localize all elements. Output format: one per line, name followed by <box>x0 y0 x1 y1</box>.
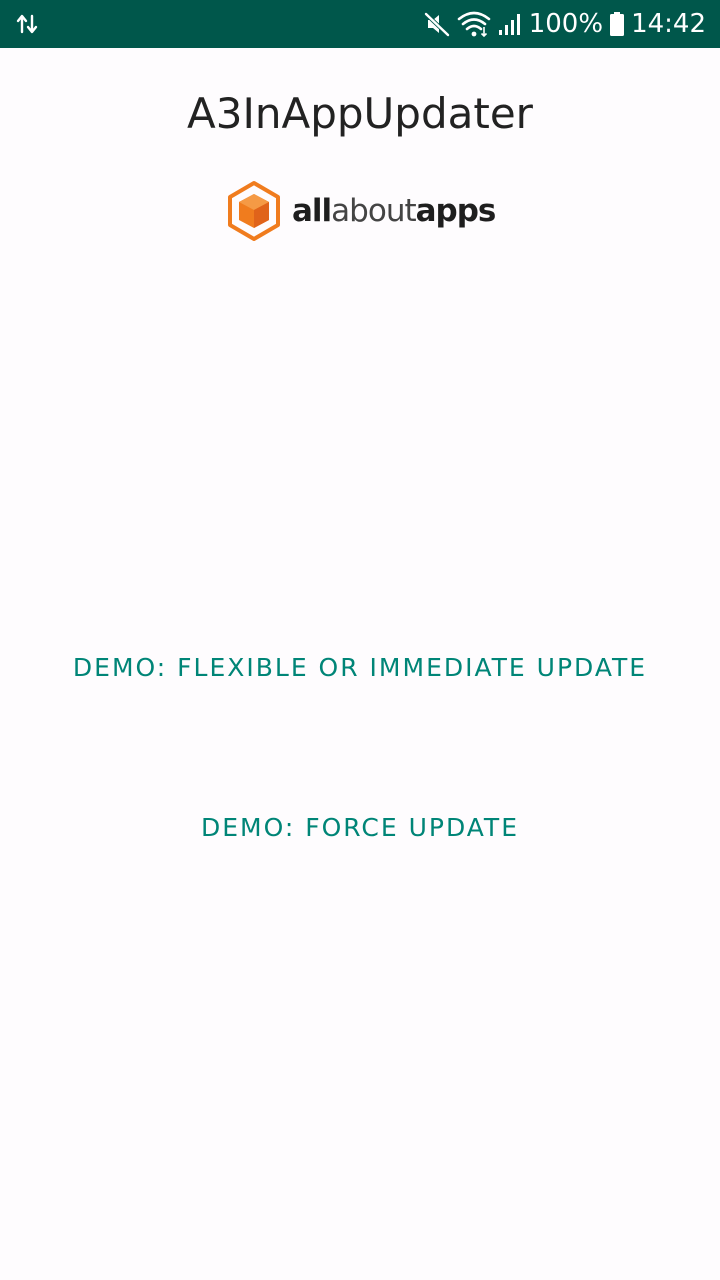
logo-text-apps: apps <box>415 193 497 229</box>
battery-percent: 100% <box>528 9 604 39</box>
allaboutapps-logo: allaboutapps <box>226 180 497 242</box>
force-update-demo-button[interactable]: DEMO: FORCE UPDATE <box>0 808 720 848</box>
status-bar: 100% 14:42 <box>0 0 720 48</box>
signal-icon <box>497 10 523 38</box>
hexagon-cube-icon <box>226 180 282 242</box>
logo-text-about: about <box>331 193 416 229</box>
mute-icon <box>423 10 451 38</box>
status-icons: 100% 14:42 <box>423 0 706 48</box>
flexible-update-demo-button[interactable]: DEMO: FLEXIBLE OR IMMEDIATE UPDATE <box>0 648 720 688</box>
data-transfer-icon <box>14 10 42 38</box>
battery-icon <box>609 10 625 38</box>
app-title: A3InAppUpdater <box>187 89 533 138</box>
logo-wordmark: allaboutapps <box>292 193 497 229</box>
clock: 14:42 <box>631 9 706 39</box>
logo-text-all: all <box>292 193 332 229</box>
wifi-icon <box>457 10 491 38</box>
